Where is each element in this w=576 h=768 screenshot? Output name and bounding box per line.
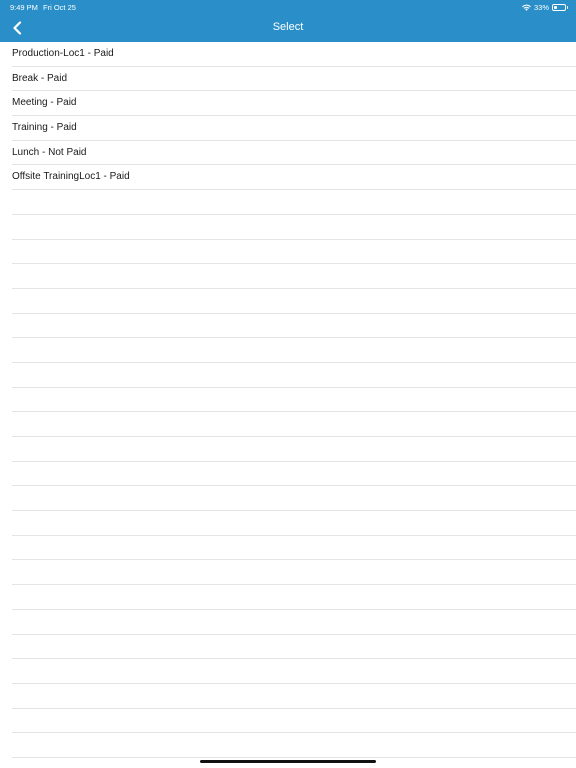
empty-row	[0, 314, 576, 339]
empty-row	[0, 486, 576, 511]
list-item[interactable]: Break - Paid	[0, 67, 576, 92]
empty-row	[0, 585, 576, 610]
empty-row	[0, 240, 576, 265]
empty-row	[0, 684, 576, 709]
battery-percentage: 33%	[533, 2, 549, 12]
battery-icon	[552, 3, 568, 11]
empty-row	[0, 437, 576, 462]
home-indicator	[200, 760, 376, 763]
empty-row	[0, 733, 576, 758]
status-date: Fri Oct 25	[43, 3, 76, 12]
empty-row	[0, 215, 576, 240]
empty-row	[0, 338, 576, 363]
empty-row	[0, 659, 576, 684]
empty-row	[0, 560, 576, 585]
list-item[interactable]: Meeting - Paid	[0, 91, 576, 116]
status-bar: 9:49 PM Fri Oct 25 33%	[0, 0, 576, 14]
empty-rows	[0, 190, 576, 758]
empty-row	[0, 264, 576, 289]
status-indicators: 33%	[522, 2, 568, 12]
empty-row	[0, 462, 576, 487]
list-item[interactable]: Offsite TrainingLoc1 - Paid	[0, 165, 576, 190]
selection-list: Production-Loc1 - Paid Break - Paid Meet…	[0, 42, 576, 758]
empty-row	[0, 190, 576, 215]
list-item[interactable]: Training - Paid	[0, 116, 576, 141]
navigation-header: 9:49 PM Fri Oct 25 33% Select	[0, 0, 576, 42]
page-title: Select	[272, 21, 304, 33]
empty-row	[0, 363, 576, 388]
list-item[interactable]: Lunch - Not Paid	[0, 141, 576, 166]
list-item[interactable]: Production-Loc1 - Paid	[0, 42, 576, 67]
empty-row	[0, 511, 576, 536]
empty-row	[0, 388, 576, 413]
empty-row	[0, 709, 576, 734]
empty-row	[0, 635, 576, 660]
empty-row	[0, 536, 576, 561]
empty-row	[0, 289, 576, 314]
status-time: 9:49 PM	[10, 3, 38, 12]
wifi-icon	[522, 4, 531, 11]
empty-row	[0, 412, 576, 437]
empty-row	[0, 610, 576, 635]
